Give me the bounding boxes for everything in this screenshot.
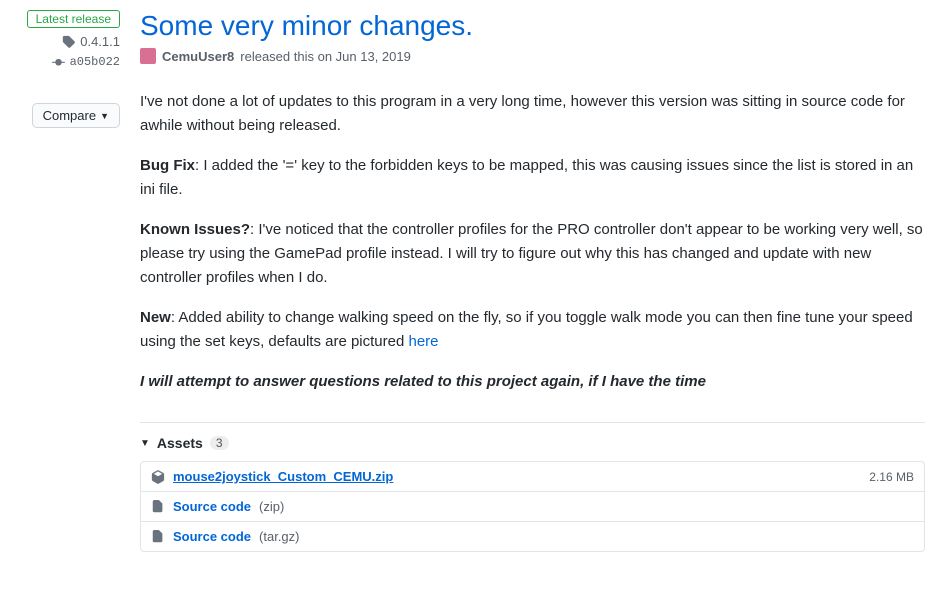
divider [140, 422, 925, 423]
asset-link[interactable]: Source code [173, 529, 251, 544]
asset-row: mouse2joystick_Custom_CEMU.zip 2.16 MB [141, 462, 924, 492]
asset-extension: (tar.gz) [259, 529, 299, 544]
asset-size: 2.16 MB [869, 470, 914, 484]
release-body: I've not done a lot of updates to this p… [140, 90, 925, 394]
assets-toggle[interactable]: ▼ Assets 3 [140, 435, 925, 451]
body-paragraph: New: Added ability to change walking spe… [140, 306, 925, 354]
asset-extension: (zip) [259, 499, 284, 514]
body-label: New [140, 309, 171, 326]
asset-row: Source code (tar.gz) [141, 522, 924, 551]
tag-icon [62, 35, 75, 48]
commit-hash: a05b022 [70, 55, 120, 69]
release-sidebar: Latest release 0.4.1.1 a05b022 Compare ▼ [20, 10, 120, 552]
body-paragraph: I will attempt to answer questions relat… [140, 370, 925, 394]
release-date: released this on Jun 13, 2019 [240, 49, 411, 64]
package-icon [151, 470, 165, 484]
asset-link[interactable]: mouse2joystick_Custom_CEMU.zip [173, 469, 393, 484]
tag-link[interactable]: 0.4.1.1 [62, 34, 120, 49]
avatar[interactable] [140, 48, 156, 64]
commit-icon [52, 56, 65, 69]
triangle-down-icon: ▼ [140, 438, 150, 449]
author-link[interactable]: CemuUser8 [162, 49, 234, 64]
compare-button[interactable]: Compare ▼ [32, 103, 120, 128]
body-label: Bug Fix [140, 157, 195, 174]
caret-down-icon: ▼ [100, 111, 109, 121]
body-paragraph: Bug Fix: I added the '=' key to the forb… [140, 154, 925, 202]
asset-link[interactable]: Source code [173, 499, 251, 514]
compare-label: Compare [43, 108, 96, 123]
file-zip-icon [151, 500, 165, 514]
assets-count: 3 [210, 436, 229, 450]
commit-link[interactable]: a05b022 [52, 55, 120, 69]
tag-name: 0.4.1.1 [80, 34, 120, 49]
body-paragraph: I've not done a lot of updates to this p… [140, 90, 925, 138]
body-label: Known Issues? [140, 221, 250, 238]
assets-label: Assets [157, 435, 203, 451]
file-zip-icon [151, 530, 165, 544]
release-main: Some very minor changes. CemuUser8 relea… [140, 10, 925, 552]
asset-row: Source code (zip) [141, 492, 924, 522]
body-paragraph: Known Issues?: I've noticed that the con… [140, 218, 925, 290]
release-meta: CemuUser8 released this on Jun 13, 2019 [140, 48, 925, 64]
here-link[interactable]: here [408, 333, 438, 350]
release-title[interactable]: Some very minor changes. [140, 10, 925, 42]
assets-list: mouse2joystick_Custom_CEMU.zip 2.16 MB Sou… [140, 461, 925, 552]
latest-release-badge: Latest release [27, 10, 120, 28]
